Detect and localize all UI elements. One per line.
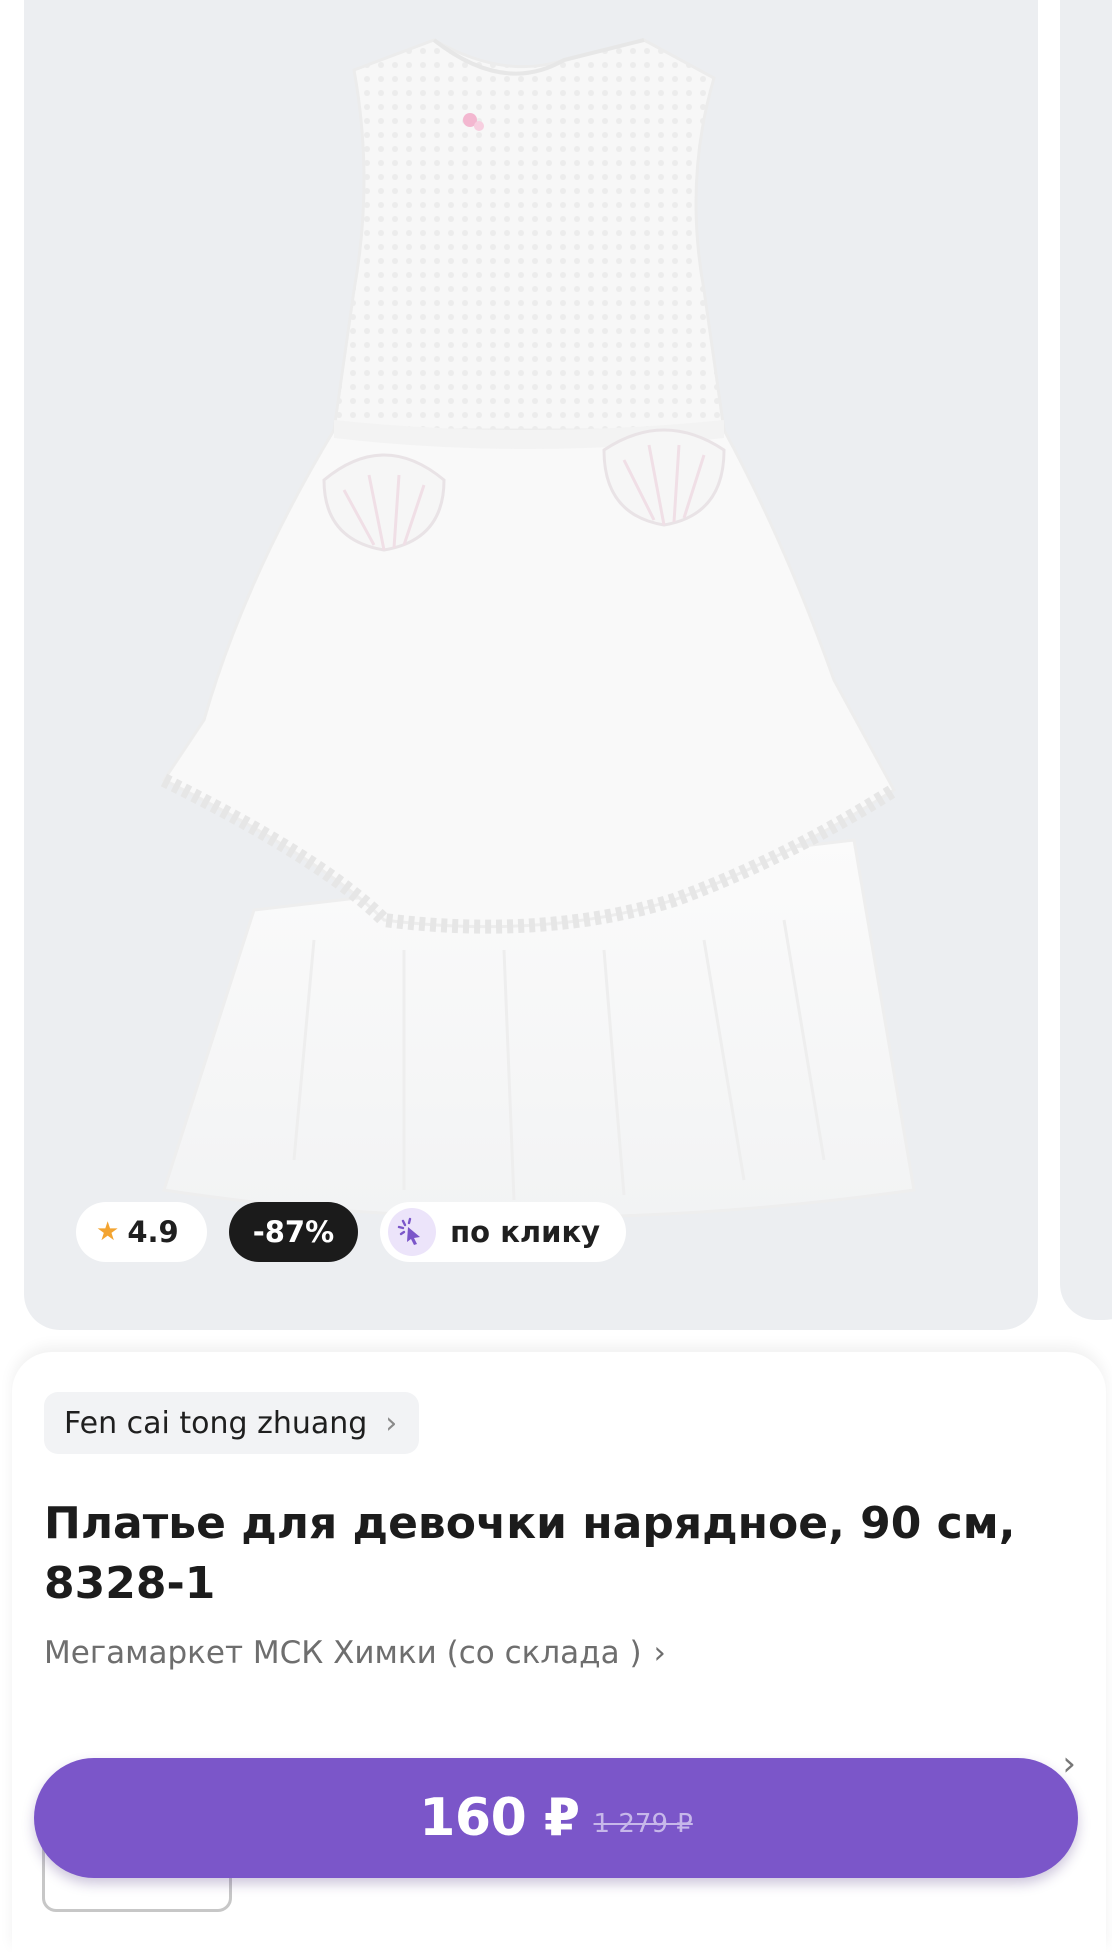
product-photo-dress: [160, 38, 916, 1219]
rating-value: 4.9: [127, 1215, 179, 1249]
chevron-right-icon: ›: [385, 1405, 398, 1441]
next-image-card[interactable]: [1060, 0, 1112, 1320]
seller-name: Мегамаркет МСК Химки (со склада ): [44, 1635, 642, 1671]
click-cursor-icon: [388, 1208, 437, 1256]
rating-badge[interactable]: ★ 4.9: [76, 1202, 207, 1262]
product-image-card[interactable]: ★ 4.9 -87% по клику: [24, 0, 1038, 1330]
current-price: 160 ₽: [419, 1788, 580, 1848]
brand-name: Fen cai tong zhuang: [64, 1405, 368, 1441]
discount-badge: -87%: [228, 1202, 359, 1262]
chevron-right-icon: ›: [1062, 1744, 1076, 1784]
chevron-right-icon: ›: [653, 1635, 666, 1671]
brand-link[interactable]: Fen cai tong zhuang ›: [44, 1392, 420, 1454]
product-title: Платье для девочки нарядное, 90 см, 8328…: [44, 1498, 1016, 1609]
product-image-gallery[interactable]: ★ 4.9 -87% по клику: [0, 0, 1112, 1340]
product-badges: ★ 4.9 -87% по клику: [76, 1202, 627, 1262]
seller-link[interactable]: Мегамаркет МСК Химки (со склада ) ›: [44, 1635, 666, 1671]
star-icon: ★: [96, 1217, 120, 1247]
one-click-badge[interactable]: по клику: [380, 1202, 627, 1262]
discount-value: -87%: [252, 1215, 335, 1249]
one-click-label: по клику: [450, 1215, 601, 1249]
buy-button[interactable]: 160 ₽ 1 279 ₽: [34, 1758, 1078, 1878]
old-price: 1 279 ₽: [593, 1809, 693, 1839]
